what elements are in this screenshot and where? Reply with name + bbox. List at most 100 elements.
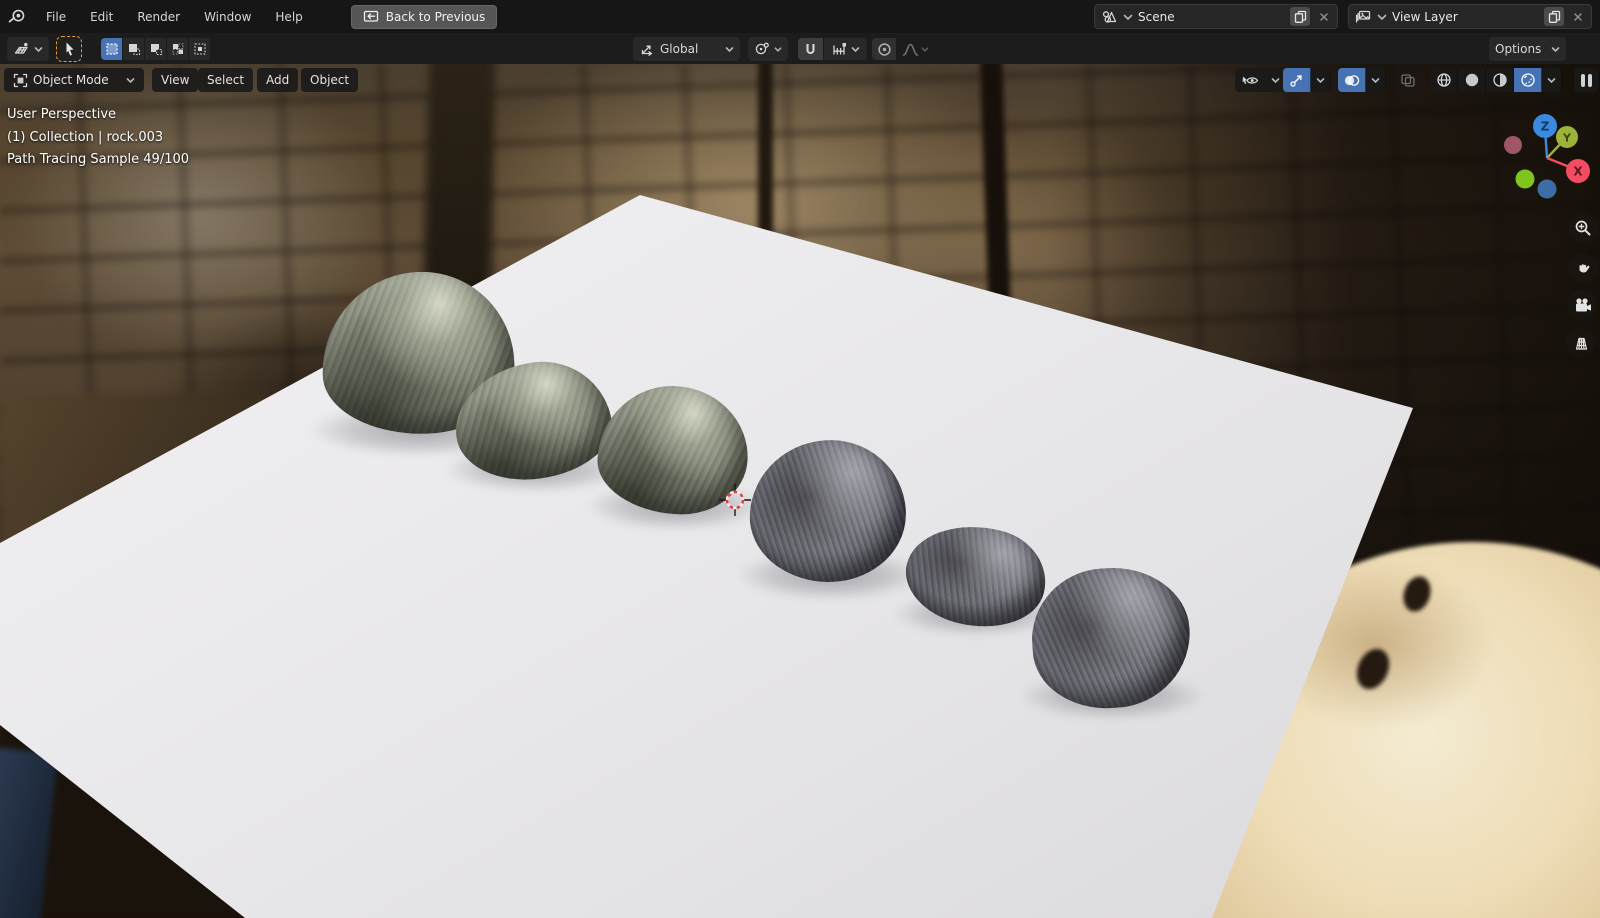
- camera-view-icon: [1573, 297, 1592, 314]
- editor-type-button[interactable]: [7, 37, 49, 61]
- snapping-group: [798, 38, 868, 60]
- mode-set-icon: [105, 42, 119, 56]
- menu-object[interactable]: Object: [301, 68, 358, 92]
- scene-selector[interactable]: Scene: [1094, 4, 1338, 29]
- chevron-down-icon: [1123, 13, 1133, 21]
- snap-target-dropdown[interactable]: [824, 38, 868, 60]
- back-to-previous-button[interactable]: Back to Previous: [351, 5, 498, 29]
- snap-target-icon: [832, 42, 848, 56]
- view-layer-icon: [1355, 9, 1372, 25]
- overlays-icon: [1343, 73, 1360, 88]
- viewport-overlay-text: User Perspective (1) Collection | rock.0…: [7, 104, 189, 172]
- chevron-down-icon: [126, 77, 135, 84]
- shading-solid-icon: [1464, 72, 1480, 88]
- cursor-3d-icon: [716, 481, 754, 519]
- mode-extend-icon: [127, 42, 141, 56]
- xray-icon: [1400, 73, 1416, 88]
- view-layer-value: View Layer: [1392, 10, 1539, 24]
- gizmo-neg-y-ball[interactable]: [1516, 170, 1535, 189]
- scene-selector-value: Scene: [1138, 10, 1285, 24]
- topbar: File Edit Render Window Help Back to Pre…: [0, 0, 1600, 33]
- mode-invert-button[interactable]: [167, 38, 189, 60]
- visibility-icon: [1241, 73, 1260, 88]
- menu-view[interactable]: View: [152, 68, 198, 92]
- gizmos-dropdown[interactable]: [1283, 68, 1331, 92]
- navigation-gizmo[interactable]: Z Y X: [1490, 108, 1600, 218]
- menu-add[interactable]: Add: [257, 68, 298, 92]
- snap-magnet-icon: [803, 42, 818, 57]
- 3d-viewport[interactable]: User Perspective (1) Collection | rock.0…: [0, 64, 1600, 918]
- pivot-icon: [754, 41, 770, 57]
- close-icon[interactable]: [1569, 7, 1587, 26]
- mode-extend-button[interactable]: [123, 38, 145, 60]
- gizmo-toggle-icon: [1289, 72, 1305, 88]
- menu-help[interactable]: Help: [263, 0, 314, 33]
- chevron-down-icon: [34, 46, 43, 53]
- menu-select[interactable]: Select: [198, 68, 253, 92]
- mode-subtract-icon: [149, 42, 163, 56]
- visibility-dropdown[interactable]: [1235, 68, 1285, 92]
- proportional-edit-group: [872, 38, 933, 60]
- chevron-down-icon: [725, 46, 734, 53]
- view-layer-selector[interactable]: View Layer: [1348, 4, 1592, 29]
- mode-dropdown[interactable]: Object Mode: [4, 68, 144, 92]
- shading-rendered-icon: [1520, 72, 1536, 88]
- gizmo-x-label: X: [1573, 165, 1583, 179]
- camera-view-button[interactable]: [1567, 290, 1597, 320]
- snap-toggle-button[interactable]: [798, 38, 824, 60]
- render-progress-label: Path Tracing Sample 49/100: [7, 149, 189, 172]
- options-dropdown[interactable]: Options: [1489, 37, 1566, 61]
- proportional-edit-button[interactable]: [872, 38, 897, 60]
- gizmos-toggle[interactable]: [1283, 68, 1311, 92]
- proportional-icon: [877, 42, 892, 57]
- pivot-point-dropdown[interactable]: [748, 37, 788, 61]
- close-icon[interactable]: [1315, 7, 1333, 26]
- chevron-down-icon: [774, 46, 782, 53]
- editor-type-icon: [13, 41, 30, 57]
- gizmo-neg-x-ball[interactable]: [1504, 136, 1522, 154]
- back-arrow-icon: [363, 10, 379, 24]
- mode-intersect-icon: [193, 42, 207, 56]
- overlays-dropdown[interactable]: [1338, 68, 1386, 92]
- select-mode-group: [101, 38, 211, 60]
- transform-orientation-dropdown[interactable]: Global: [633, 37, 740, 61]
- falloff-icon: [902, 42, 919, 57]
- chevron-down-icon: [851, 46, 860, 53]
- object-mode-icon: [13, 73, 28, 88]
- perspective-toggle-button[interactable]: [1566, 328, 1596, 358]
- perspective-toggle-icon: [1572, 335, 1591, 352]
- blender-logo-icon[interactable]: [0, 7, 34, 27]
- header-overflow-icon: [1581, 74, 1592, 87]
- gizmo-neg-z-ball[interactable]: [1538, 180, 1557, 199]
- shading-options-dropdown[interactable]: [1542, 68, 1562, 92]
- pan-button[interactable]: [1568, 253, 1598, 283]
- duplicate-icon[interactable]: [1290, 7, 1310, 26]
- chevron-down-icon: [921, 46, 929, 53]
- shading-wireframe-button[interactable]: [1430, 68, 1458, 92]
- menu-render[interactable]: Render: [125, 0, 192, 33]
- gizmo-z-label: Z: [1541, 120, 1550, 134]
- mode-invert-icon: [171, 42, 185, 56]
- falloff-dropdown[interactable]: [897, 38, 933, 60]
- shading-solid-button[interactable]: [1458, 68, 1486, 92]
- shading-rendered-button[interactable]: [1514, 68, 1542, 92]
- header-overflow-button[interactable]: [1574, 68, 1598, 92]
- zoom-button[interactable]: [1568, 213, 1598, 243]
- xray-toggle[interactable]: [1394, 68, 1422, 92]
- active-tool-select-box[interactable]: [56, 36, 82, 62]
- mode-value: Object Mode: [33, 73, 121, 87]
- duplicate-icon[interactable]: [1544, 7, 1564, 26]
- scene-icon: [1101, 9, 1118, 25]
- menu-file[interactable]: File: [34, 0, 78, 33]
- perspective-label: User Perspective: [7, 104, 189, 127]
- menu-edit[interactable]: Edit: [78, 0, 125, 33]
- shading-material-button[interactable]: [1486, 68, 1514, 92]
- chevron-down-icon: [1551, 46, 1560, 53]
- mode-intersect-button[interactable]: [189, 38, 211, 60]
- menu-window[interactable]: Window: [192, 0, 263, 33]
- orientation-icon: [639, 41, 656, 57]
- shading-wireframe-icon: [1436, 72, 1452, 88]
- overlays-toggle[interactable]: [1338, 68, 1366, 92]
- mode-set-button[interactable]: [101, 38, 123, 60]
- mode-subtract-button[interactable]: [145, 38, 167, 60]
